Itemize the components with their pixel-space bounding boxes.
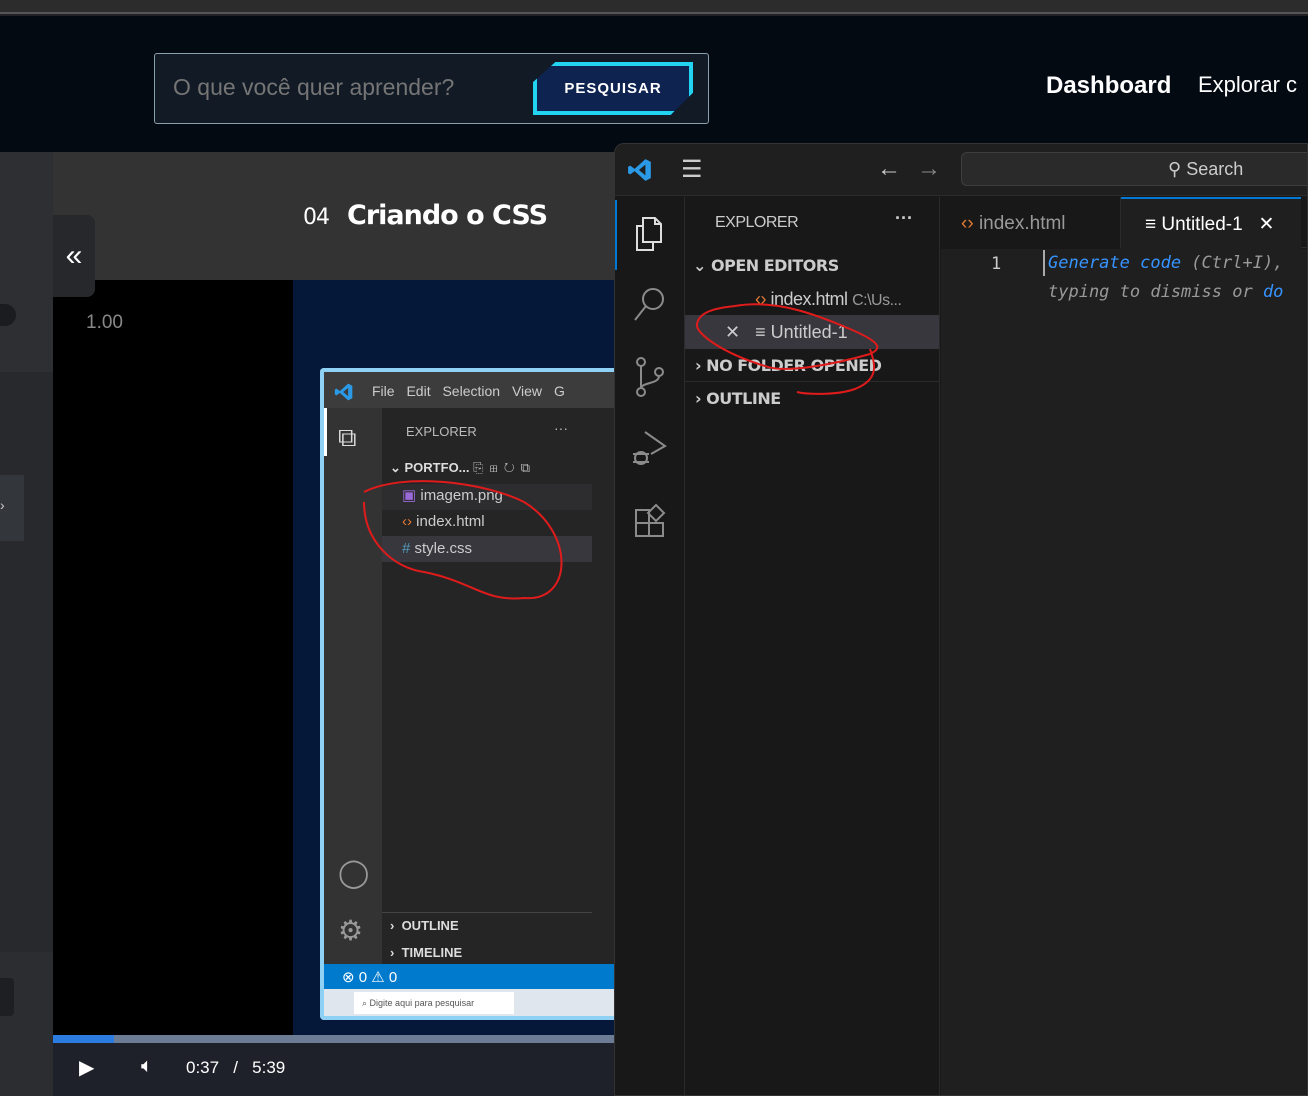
close-icon: ✕	[1258, 214, 1275, 235]
search-bar: PESQUISAR	[154, 53, 709, 124]
account-icon: ◯	[338, 857, 370, 888]
taskbar-search: ⌕ Digite aqui para pesquisar	[354, 992, 514, 1014]
tab-untitled-1[interactable]: ≡ Untitled-1 ✕	[1121, 197, 1301, 249]
volume-button[interactable]: 🔈︎	[141, 1055, 153, 1078]
menu-icon[interactable]: ☰	[681, 155, 703, 184]
search-icon[interactable]	[631, 284, 669, 324]
run-debug-icon[interactable]	[631, 428, 671, 470]
editor[interactable]	[941, 249, 1307, 1095]
editor-hint-line1: Generate code (Ctrl+I),	[1048, 253, 1284, 273]
video-vscode-window: File Edit Selection View G EXPLORER ··· …	[320, 368, 614, 1020]
search-button[interactable]: PESQUISAR	[533, 62, 693, 115]
generate-code-link[interactable]: Generate code	[1048, 253, 1181, 273]
lesson-title: 04 Criando o CSS	[303, 200, 548, 231]
explorer-title: EXPLORER	[715, 214, 799, 231]
progress-bar[interactable]	[53, 1035, 614, 1043]
search-icon: ⚲	[1168, 159, 1182, 179]
editor-hint-line2: typing to dismiss or do	[1048, 282, 1284, 302]
vscode-logo-icon	[628, 159, 651, 181]
left-sidebar: ›	[0, 152, 53, 1096]
files-icon[interactable]	[631, 214, 667, 254]
player-controls: ▶ 🔈︎ 0:37 / 5:39	[53, 1035, 614, 1096]
source-control-icon[interactable]	[633, 356, 667, 398]
video-player[interactable]: 1.00 File Edit Selection View G EXPLORER…	[53, 280, 614, 1035]
vscode-window: ☰ ← → ⚲ Search EXPLORER ··· ⌄ OPEN EDITO…	[614, 143, 1308, 1096]
file-text-icon: ≡	[1145, 214, 1157, 235]
activity-bar	[615, 197, 685, 1095]
video-status-bar: ⊗ 0 ⚠ 0	[324, 964, 614, 989]
chevron-down-icon: ⌄	[693, 256, 706, 275]
back-arrow-icon[interactable]: ←	[877, 155, 901, 183]
expand-button[interactable]: ›	[0, 475, 24, 541]
play-button[interactable]: ▶	[79, 1055, 94, 1080]
more-actions-button[interactable]: ···	[895, 208, 913, 229]
command-search[interactable]: ⚲ Search	[961, 152, 1307, 186]
nav-dashboard[interactable]: Dashboard	[1046, 72, 1171, 100]
search-input[interactable]	[173, 74, 513, 101]
time-display: 0:37 / 5:39	[186, 1058, 286, 1077]
line-number: 1	[991, 254, 1002, 274]
playback-speed[interactable]: 1.00	[86, 312, 123, 334]
open-editors-section[interactable]: ⌄ OPEN EDITORS	[693, 256, 839, 275]
extensions-icon[interactable]	[633, 502, 669, 538]
dont-show-link[interactable]: do	[1263, 282, 1283, 302]
nav-explorar[interactable]: Explorar c	[1198, 72, 1297, 98]
tab-index-html[interactable]: ‹› index.html	[941, 197, 1121, 248]
html-icon: ‹›	[961, 213, 974, 234]
forward-arrow-icon[interactable]: →	[917, 155, 941, 183]
collapse-sidebar-button[interactable]: «	[53, 215, 95, 297]
browser-strip	[0, 0, 1308, 14]
red-annotation	[695, 303, 879, 395]
red-annotation	[363, 480, 563, 600]
settings-icon: ⚙	[338, 915, 364, 946]
progress-fill	[53, 1035, 115, 1043]
